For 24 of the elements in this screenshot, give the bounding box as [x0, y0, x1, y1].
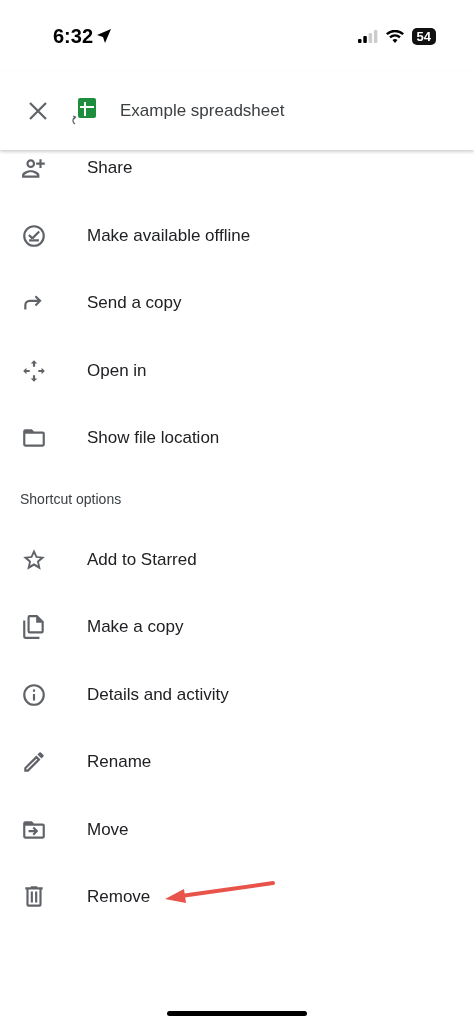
menu-item[interactable]: Move	[0, 795, 474, 864]
info-icon	[21, 681, 47, 708]
wifi-icon	[385, 29, 404, 43]
menu-item[interactable]: Show file location	[0, 404, 474, 472]
close-icon	[28, 101, 48, 121]
file-title: Example spreadsheet	[120, 101, 285, 121]
signal-icon	[357, 29, 378, 43]
battery-indicator: 54	[411, 27, 436, 45]
menu-item[interactable]: Details and activity	[0, 660, 474, 729]
menu-item[interactable]: Add to Starred	[0, 525, 474, 594]
pencil-icon	[21, 749, 47, 775]
offline-check-icon	[21, 222, 47, 249]
menu-item[interactable]: Send a copy	[0, 269, 474, 337]
section-heading: Shortcut options	[19, 489, 123, 509]
menu-item[interactable]: Make available offline	[0, 201, 474, 270]
menu-item[interactable]: Remove	[0, 863, 474, 931]
status-time: 6:32	[53, 24, 94, 48]
menu-item[interactable]: Open in	[0, 336, 474, 405]
copy-icon	[21, 614, 47, 640]
menu-item[interactable]: Make a copy	[0, 593, 474, 661]
menu-item[interactable]: Rename	[0, 728, 474, 796]
location-arrow-icon	[96, 28, 113, 44]
menu-item[interactable]: Share	[0, 150, 474, 202]
spreadsheet-shortcut-icon	[70, 96, 98, 126]
